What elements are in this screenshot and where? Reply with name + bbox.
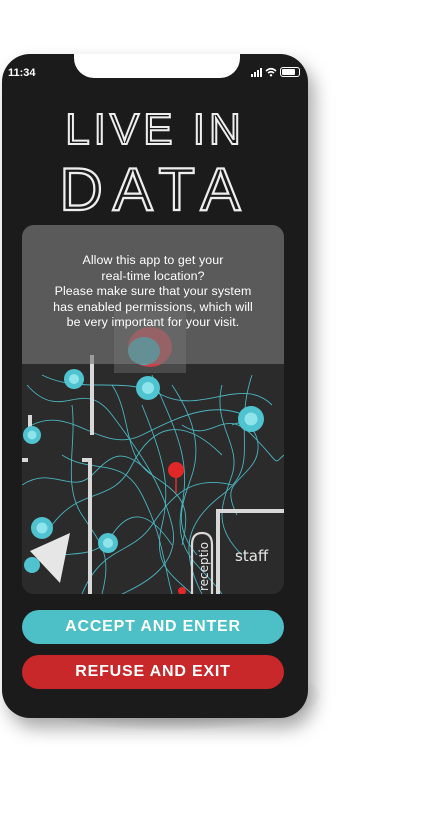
wifi-icon [265,67,277,77]
notch [74,54,240,78]
location-permission-message: Allow this app to get your real-time loc… [53,253,253,329]
battery-icon [280,67,300,77]
reception-label: receptio [197,542,211,591]
logo-line-2: DATA [59,156,250,216]
logo-line-1: LIVE IN [65,106,245,154]
location-permission-card: receptio staff Allow this app to get you… [22,225,284,594]
phone-frame: 11:34 LIVE IN DATA receptio staff Allow … [2,54,308,718]
staff-label: staff [235,547,269,565]
refuse-and-exit-button[interactable]: REFUSE AND EXIT [22,655,284,689]
status-time: 11:34 [8,67,36,79]
status-icons [251,65,300,79]
accept-and-enter-button[interactable]: ACCEPT AND ENTER [22,610,284,644]
signal-icon [251,67,262,77]
app-logo: LIVE IN DATA [58,106,250,216]
